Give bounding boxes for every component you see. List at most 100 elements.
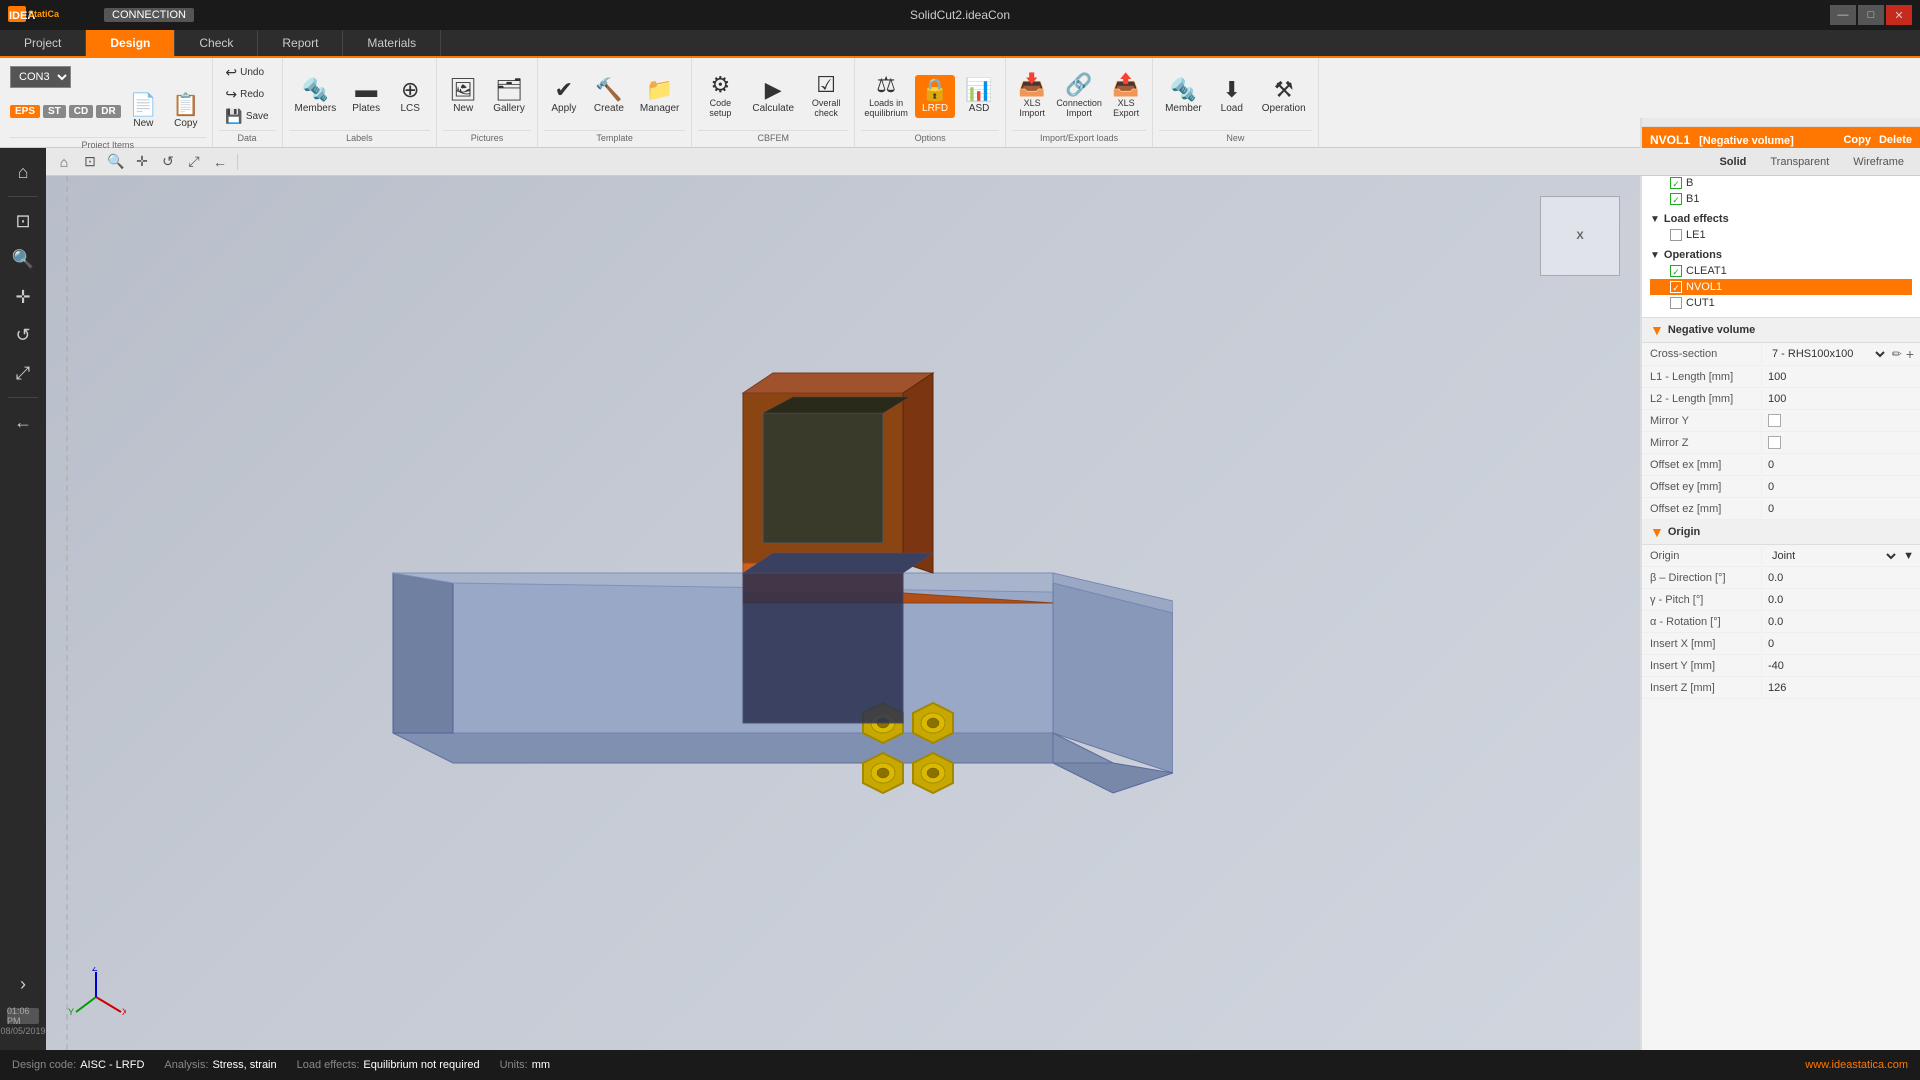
vt-rotate-button[interactable]: ↺ [156, 151, 180, 173]
prop-section-negative-volume[interactable]: ▼ Negative volume [1642, 318, 1920, 343]
tree-item-B1[interactable]: ✓ B1 [1650, 191, 1912, 207]
tree-item-B[interactable]: ✓ B [1650, 175, 1912, 191]
vt-home-button[interactable]: ⌂ [52, 151, 76, 173]
prop-insert-z-value[interactable]: 126 [1762, 679, 1920, 697]
lrfd-button[interactable]: 🔒 LRFD [915, 75, 955, 118]
prop-mirror-z-value[interactable] [1762, 433, 1920, 452]
l2-input[interactable]: 100 [1768, 393, 1914, 405]
website-link[interactable]: www.ideastatica.com [1805, 1059, 1908, 1071]
lcs-button[interactable]: ⊕ LCS [390, 75, 430, 118]
close-button[interactable]: ✕ [1886, 5, 1912, 25]
tree-item-LE1-check[interactable] [1670, 229, 1682, 241]
members-button[interactable]: 🔩 Members [289, 75, 343, 118]
panel-copy-button[interactable]: Copy [1843, 134, 1871, 146]
insert-z-input[interactable]: 126 [1768, 682, 1914, 694]
transparent-view-button[interactable]: Transparent [1760, 154, 1839, 170]
manager-button[interactable]: 📁 Manager [634, 75, 685, 118]
vt-pan-button[interactable]: ✛ [130, 151, 154, 173]
tree-item-B1-check[interactable]: ✓ [1670, 193, 1682, 205]
cross-section-edit-icon[interactable]: ✏ [1892, 347, 1902, 361]
offset-ey-input[interactable]: 0 [1768, 481, 1914, 493]
calculate-button[interactable]: ▶ Calculate [746, 75, 800, 118]
window-controls[interactable]: — □ ✕ [1830, 5, 1912, 25]
tab-check[interactable]: Check [175, 30, 258, 56]
cross-section-add-icon[interactable]: + [1906, 346, 1914, 362]
mirror-z-checkbox[interactable] [1768, 436, 1781, 449]
prop-insert-y-value[interactable]: -40 [1762, 657, 1920, 675]
tree-item-CUT1[interactable]: CUT1 [1650, 295, 1912, 311]
beta-input[interactable]: 0.0 [1768, 572, 1914, 584]
dr-button[interactable]: DR [96, 105, 120, 118]
minimize-button[interactable]: — [1830, 5, 1856, 25]
create-button[interactable]: 🔨 Create [588, 75, 630, 118]
prop-mirror-y-value[interactable] [1762, 411, 1920, 430]
offset-ez-input[interactable]: 0 [1768, 503, 1914, 515]
vt-zoom-button[interactable]: 🔍 [104, 151, 128, 173]
wireframe-view-button[interactable]: Wireframe [1843, 154, 1914, 170]
connection-import-button[interactable]: 🔗 Connection Import [1056, 70, 1102, 122]
tree-item-CUT1-check[interactable] [1670, 297, 1682, 309]
sidebar-zoom-fit-button[interactable]: ⊡ [5, 203, 41, 239]
tab-report[interactable]: Report [258, 30, 343, 56]
insert-x-input[interactable]: 0 [1768, 638, 1914, 650]
tree-item-B-check[interactable]: ✓ [1670, 177, 1682, 189]
prop-insert-x-value[interactable]: 0 [1762, 635, 1920, 653]
insert-y-input[interactable]: -40 [1768, 660, 1914, 672]
tab-project[interactable]: Project [0, 30, 86, 56]
panel-delete-button[interactable]: Delete [1879, 134, 1912, 146]
prop-alpha-value[interactable]: 0.0 [1762, 613, 1920, 631]
sidebar-fullscreen-button[interactable]: ⤢ [5, 355, 41, 391]
l1-input[interactable]: 100 [1768, 371, 1914, 383]
apply-button[interactable]: ✔ Apply [544, 75, 584, 118]
eps-button[interactable]: EPS [10, 105, 40, 118]
vt-fullscreen-button[interactable]: ⤢ [182, 151, 206, 173]
plates-button[interactable]: ▬ Plates [346, 75, 386, 118]
sidebar-home-button[interactable]: ⌂ [5, 154, 41, 190]
new-member-button[interactable]: 🔩 Member [1159, 75, 1208, 118]
prop-gamma-value[interactable]: 0.0 [1762, 591, 1920, 609]
mirror-y-checkbox[interactable] [1768, 414, 1781, 427]
overall-check-button[interactable]: ☑ Overall check [804, 70, 848, 122]
code-setup-button[interactable]: ⚙ Code setup [698, 70, 742, 122]
prop-beta-value[interactable]: 0.0 [1762, 569, 1920, 587]
offset-ex-input[interactable]: 0 [1768, 459, 1914, 471]
sidebar-pan-button[interactable]: ✛ [5, 279, 41, 315]
new-operation-button[interactable]: ⚒ Operation [1256, 75, 1312, 118]
cross-section-select[interactable]: 7 - RHS100x100 [1768, 347, 1888, 361]
origin-select[interactable]: Joint [1768, 549, 1899, 563]
main-viewport[interactable]: X X Y Z [46, 176, 1640, 1050]
cd-button[interactable]: CD [69, 105, 93, 118]
undo-button[interactable]: ↩ Undo [220, 62, 269, 83]
alpha-input[interactable]: 0.0 [1768, 616, 1914, 628]
sidebar-back-button[interactable]: ← [5, 404, 41, 440]
vt-back-button[interactable]: ← [208, 151, 232, 173]
st-button[interactable]: ST [43, 105, 66, 118]
sidebar-rotate-button[interactable]: ↺ [5, 317, 41, 353]
gallery-button[interactable]: 🗂 Gallery [487, 75, 531, 118]
gamma-input[interactable]: 0.0 [1768, 594, 1914, 606]
asd-button[interactable]: 📊 ASD [959, 75, 999, 118]
xls-export-button[interactable]: 📤 XLS Export [1106, 70, 1146, 122]
new-load-button[interactable]: ⬇ Load [1212, 75, 1252, 118]
redo-button[interactable]: ↪ Redo [220, 84, 269, 105]
prop-origin-value[interactable]: Joint ▼ [1762, 546, 1920, 566]
tab-materials[interactable]: Materials [343, 30, 441, 56]
tree-section-load-effects-header[interactable]: ▼ Load effects [1650, 211, 1912, 227]
tree-item-CLEAT1-check[interactable]: ✓ [1670, 265, 1682, 277]
tree-item-NVOL1[interactable]: ✓ NVOL1 [1650, 279, 1912, 295]
xls-import-button[interactable]: 📥 XLS Import [1012, 70, 1052, 122]
tree-section-operations-header[interactable]: ▼ Operations [1650, 247, 1912, 263]
prop-offset-ez-value[interactable]: 0 [1762, 500, 1920, 518]
tab-design[interactable]: Design [86, 30, 175, 56]
tree-item-LE1[interactable]: LE1 [1650, 227, 1912, 243]
vt-zoom-region-button[interactable]: ⊡ [78, 151, 102, 173]
sidebar-zoom-button[interactable]: 🔍 [5, 241, 41, 277]
copy-connection-button[interactable]: 📋 Copy [166, 90, 205, 133]
save-button[interactable]: 💾 Save [220, 106, 273, 127]
connection-selector[interactable]: CON3 CON1 CON2 [10, 66, 71, 88]
prop-cross-section-value[interactable]: 7 - RHS100x100 ✏ + [1762, 343, 1920, 365]
prop-offset-ex-value[interactable]: 0 [1762, 456, 1920, 474]
new-picture-button[interactable]: 🖼 New [443, 75, 483, 118]
prop-section-origin[interactable]: ▼ Origin [1642, 520, 1920, 545]
sidebar-collapse-button[interactable]: › [5, 966, 41, 1002]
